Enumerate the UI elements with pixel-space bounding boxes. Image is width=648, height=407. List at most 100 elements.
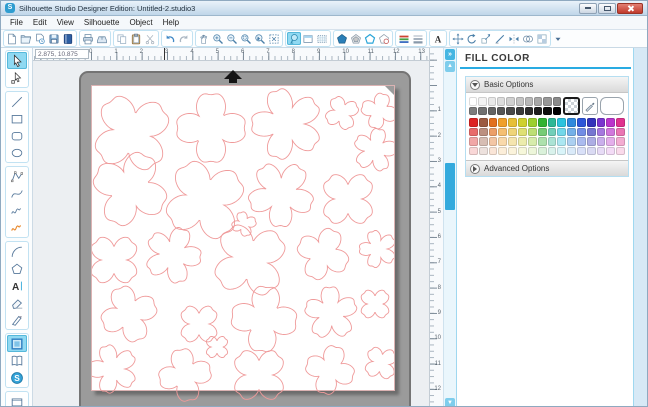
basic-options-header[interactable]: Basic Options bbox=[466, 77, 628, 93]
flower-shape[interactable] bbox=[252, 89, 319, 160]
more-options-button[interactable] bbox=[553, 32, 563, 45]
color-swatch[interactable] bbox=[508, 118, 517, 127]
gray-swatch[interactable] bbox=[469, 97, 477, 106]
smooth-freehand-tool[interactable] bbox=[7, 219, 27, 236]
color-swatch[interactable] bbox=[557, 137, 566, 146]
flower-shape[interactable] bbox=[324, 175, 373, 224]
color-swatch[interactable] bbox=[587, 147, 596, 156]
color-swatch[interactable] bbox=[479, 137, 488, 146]
cut-button[interactable] bbox=[143, 32, 157, 45]
flower-shape[interactable] bbox=[215, 225, 285, 295]
gray-swatch[interactable] bbox=[525, 107, 533, 116]
color-swatch[interactable] bbox=[518, 128, 527, 137]
color-swatch[interactable] bbox=[616, 137, 625, 146]
flower-shape[interactable] bbox=[206, 336, 227, 357]
fill-gradient-panel-button[interactable] bbox=[397, 32, 411, 45]
eraser-tool[interactable] bbox=[7, 294, 27, 311]
gray-swatch[interactable] bbox=[469, 107, 477, 116]
color-swatch[interactable] bbox=[469, 137, 478, 146]
gray-swatch[interactable] bbox=[488, 107, 496, 116]
flower-shape[interactable] bbox=[232, 212, 256, 236]
color-swatch[interactable] bbox=[479, 147, 488, 156]
color-swatch[interactable] bbox=[587, 118, 596, 127]
color-swatch[interactable] bbox=[567, 137, 576, 146]
gray-swatch[interactable] bbox=[516, 97, 524, 106]
flower-shape[interactable] bbox=[89, 345, 135, 393]
flower-shape[interactable] bbox=[147, 228, 201, 284]
color-swatch[interactable] bbox=[469, 128, 478, 137]
white-swatch[interactable] bbox=[600, 97, 624, 115]
gray-swatch[interactable] bbox=[534, 107, 542, 116]
zoom-in-button[interactable] bbox=[211, 32, 225, 45]
color-swatch[interactable] bbox=[489, 137, 498, 146]
color-swatch[interactable] bbox=[577, 137, 586, 146]
open-recent-button[interactable] bbox=[33, 32, 47, 45]
flower-shape[interactable] bbox=[306, 346, 355, 395]
copy-button[interactable] bbox=[115, 32, 129, 45]
text-style-panel-button[interactable] bbox=[431, 32, 445, 45]
menu-file[interactable]: File bbox=[5, 17, 28, 28]
open-button[interactable] bbox=[19, 32, 33, 45]
color-swatch[interactable] bbox=[528, 128, 537, 137]
gray-swatch[interactable] bbox=[488, 97, 496, 106]
fill-pattern-panel-button[interactable] bbox=[349, 32, 363, 45]
polygon-tool[interactable] bbox=[7, 168, 27, 185]
flower-shape[interactable] bbox=[365, 347, 396, 378]
pan-tool-button[interactable] bbox=[197, 32, 211, 45]
undo-button[interactable] bbox=[163, 32, 177, 45]
scrollbar-thumb[interactable] bbox=[445, 163, 455, 210]
color-swatch[interactable] bbox=[489, 147, 498, 156]
page-settings-button[interactable] bbox=[301, 32, 315, 45]
gray-swatch[interactable] bbox=[525, 97, 533, 106]
canvas-area[interactable]: 012345678910111213 2.875, 10.875 1234567… bbox=[33, 48, 443, 407]
flower-shape[interactable] bbox=[95, 96, 168, 169]
color-swatch[interactable] bbox=[567, 147, 576, 156]
color-swatch[interactable] bbox=[548, 147, 557, 156]
color-swatch[interactable] bbox=[538, 118, 547, 127]
print-button[interactable] bbox=[81, 32, 95, 45]
color-swatch[interactable] bbox=[518, 118, 527, 127]
flower-shape[interactable] bbox=[159, 349, 212, 402]
edit-points-tool[interactable] bbox=[7, 69, 27, 86]
flower-shape[interactable] bbox=[297, 228, 348, 279]
color-swatch[interactable] bbox=[498, 147, 507, 156]
text-tool[interactable] bbox=[7, 277, 27, 294]
mirror-panel-button[interactable] bbox=[507, 32, 521, 45]
color-swatch[interactable] bbox=[479, 118, 488, 127]
paste-button[interactable] bbox=[129, 32, 143, 45]
gray-swatch[interactable] bbox=[543, 97, 551, 106]
store-button[interactable] bbox=[7, 369, 27, 386]
zoom-selection-button[interactable] bbox=[239, 32, 253, 45]
library-button[interactable] bbox=[7, 352, 27, 369]
flower-shape[interactable] bbox=[360, 230, 396, 267]
scroll-down-button[interactable]: ▼ bbox=[445, 398, 455, 407]
color-swatch[interactable] bbox=[469, 147, 478, 156]
freehand-tool[interactable] bbox=[7, 202, 27, 219]
eyedropper-swatch[interactable] bbox=[582, 97, 598, 115]
fill-color-tool[interactable] bbox=[7, 335, 27, 352]
gray-swatch[interactable] bbox=[497, 97, 505, 106]
color-swatch[interactable] bbox=[538, 147, 547, 156]
rotate-panel-button[interactable] bbox=[465, 32, 479, 45]
flower-shape[interactable] bbox=[91, 237, 136, 282]
grid-settings-button[interactable] bbox=[315, 32, 329, 45]
flower-shape[interactable] bbox=[361, 290, 389, 318]
save-button[interactable] bbox=[47, 32, 61, 45]
gray-swatch[interactable] bbox=[506, 97, 514, 106]
color-swatch[interactable] bbox=[508, 137, 517, 146]
minimize-button[interactable] bbox=[579, 3, 597, 14]
color-swatch[interactable] bbox=[567, 118, 576, 127]
color-swatch[interactable] bbox=[528, 118, 537, 127]
color-swatch[interactable] bbox=[528, 147, 537, 156]
line-tool[interactable] bbox=[7, 93, 27, 110]
curve-tool[interactable] bbox=[7, 185, 27, 202]
advanced-options-header[interactable]: Advanced Options bbox=[466, 160, 628, 176]
color-swatch[interactable] bbox=[489, 118, 498, 127]
color-swatch[interactable] bbox=[518, 137, 527, 146]
color-swatch[interactable] bbox=[616, 147, 625, 156]
color-swatch[interactable] bbox=[587, 137, 596, 146]
color-swatch[interactable] bbox=[498, 128, 507, 137]
gray-swatch[interactable] bbox=[497, 107, 505, 116]
color-swatch[interactable] bbox=[538, 128, 547, 137]
color-swatch[interactable] bbox=[597, 147, 606, 156]
